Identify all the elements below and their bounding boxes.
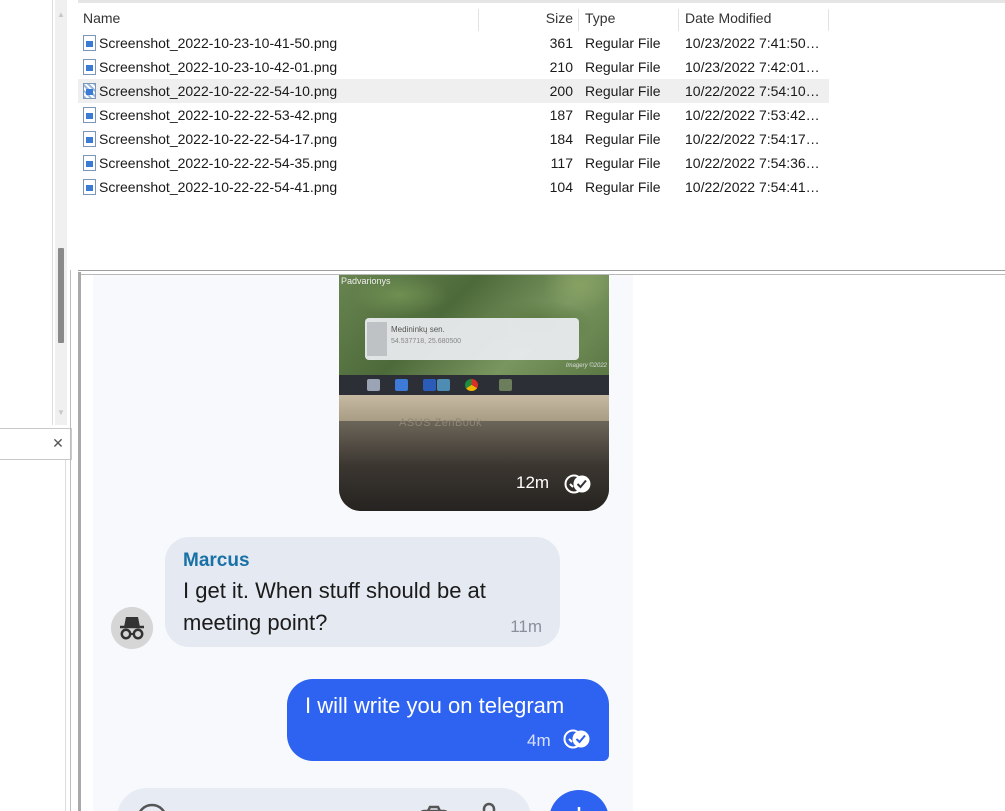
file-size: 187 — [549, 107, 573, 123]
double-check-icon — [564, 474, 591, 494]
left-lower-pane — [0, 460, 66, 811]
file-list-header: Name Size Type Date Modified — [78, 6, 1005, 32]
double-check-icon — [563, 729, 590, 749]
chat-preview: Padvarionys Medininkų sen. 54.537718, 25… — [93, 275, 633, 811]
file-type: Regular File — [585, 83, 661, 99]
scrollbar-thumb[interactable] — [58, 248, 64, 343]
map-label: Padvarionys — [341, 276, 391, 286]
file-date: 10/23/2022 7:42:01… — [685, 59, 820, 75]
mail-icon — [395, 379, 408, 391]
image-file-icon — [83, 155, 96, 171]
file-row-selected[interactable]: Screenshot_2022-10-22-22-54-10.png 200 R… — [78, 79, 829, 103]
file-name: Screenshot_2022-10-22-22-54-17.png — [99, 131, 338, 147]
file-date: 10/22/2022 7:53:42… — [685, 107, 820, 123]
close-icon[interactable]: ✕ — [51, 436, 65, 450]
file-type: Regular File — [585, 35, 661, 51]
file-size: 210 — [549, 59, 573, 75]
scroll-up-icon[interactable]: ▲ — [56, 10, 66, 20]
emoji-icon[interactable] — [135, 802, 169, 811]
image-file-icon — [83, 35, 96, 51]
chrome-icon — [465, 379, 478, 391]
left-panel-border — [52, 0, 53, 425]
file-date: 10/22/2022 7:54:41… — [685, 179, 820, 195]
file-size: 117 — [550, 155, 573, 171]
file-row[interactable]: Screenshot_2022-10-22-22-54-41.png 104 R… — [78, 175, 829, 199]
image-file-icon — [83, 59, 96, 75]
file-row[interactable]: Screenshot_2022-10-22-22-53-42.png 187 R… — [78, 103, 829, 127]
column-separator[interactable] — [578, 9, 579, 31]
file-type: Regular File — [585, 155, 661, 171]
file-size: 200 — [549, 83, 573, 99]
file-name: Screenshot_2022-10-22-22-54-35.png — [99, 155, 338, 171]
camera-icon[interactable] — [417, 802, 451, 811]
column-header-name[interactable]: Name — [78, 6, 478, 32]
incognito-icon — [111, 607, 153, 649]
column-separator[interactable] — [828, 9, 829, 31]
file-name: Screenshot_2022-10-22-22-53-42.png — [99, 107, 338, 123]
column-header-size[interactable]: Size — [518, 6, 578, 32]
taskbar-app-icon — [499, 379, 512, 391]
vertical-scrollbar[interactable]: ▲ ▼ — [55, 0, 67, 425]
file-name: Screenshot_2022-10-22-22-54-10.png — [99, 83, 338, 99]
file-date: 10/22/2022 7:54:10… — [685, 83, 820, 99]
store-icon — [423, 379, 436, 391]
image-file-icon — [83, 179, 96, 195]
column-header-type[interactable]: Type — [580, 6, 678, 32]
laptop-brand: ASUS ZenBook — [399, 417, 483, 429]
sender-name[interactable]: Marcus — [183, 550, 250, 572]
microphone-icon[interactable] — [477, 802, 501, 811]
column-header-date[interactable]: Date Modified — [680, 6, 828, 32]
file-size: 361 — [549, 35, 573, 51]
outgoing-message[interactable]: I will write you on telegram 4m — [287, 679, 609, 761]
file-row[interactable]: Screenshot_2022-10-23-10-41-50.png 361 R… — [78, 31, 829, 55]
file-row[interactable]: Screenshot_2022-10-22-22-54-17.png 184 R… — [78, 127, 829, 151]
card-title: Medininkų sen. — [391, 325, 445, 334]
taskbar-app-icon — [437, 379, 450, 391]
file-type: Regular File — [585, 179, 661, 195]
imagery-credit: Imagery ©2022 — [565, 363, 607, 369]
left-panel: ▲ ▼ ✕ — [0, 0, 78, 811]
file-type: Regular File — [585, 107, 661, 123]
message-input[interactable] — [117, 788, 531, 811]
file-name: Screenshot_2022-10-23-10-41-50.png — [99, 35, 338, 51]
pane-border — [70, 270, 71, 811]
plus-icon — [577, 807, 581, 811]
incoming-message[interactable]: Marcus I get it. When stuff should be at… — [165, 537, 560, 647]
scroll-down-icon[interactable]: ▼ — [56, 408, 66, 418]
message-time: 11m — [510, 617, 542, 636]
image-file-icon — [83, 83, 96, 99]
file-row[interactable]: Screenshot_2022-10-23-10-42-01.png 210 R… — [78, 55, 829, 79]
file-date: 10/22/2022 7:54:36… — [685, 155, 820, 171]
card-coords: 54.537718, 25.680500 — [391, 338, 462, 345]
taskbar-app-icon — [367, 379, 380, 391]
photo-message[interactable]: Padvarionys Medininkų sen. 54.537718, 25… — [339, 275, 609, 511]
map-photo: Padvarionys Medininkų sen. 54.537718, 25… — [339, 275, 609, 375]
file-date: 10/22/2022 7:54:17… — [685, 131, 820, 147]
image-file-icon — [83, 131, 96, 147]
file-date: 10/23/2022 7:41:50… — [685, 35, 820, 51]
column-separator[interactable] — [478, 9, 479, 31]
message-text: I get it. When stuff should be at meetin… — [183, 578, 486, 635]
avatar[interactable] — [111, 607, 153, 649]
file-size: 104 — [549, 179, 573, 195]
message-text: I will write you on telegram — [305, 693, 565, 718]
photo-taskbar — [339, 375, 609, 395]
send-button[interactable] — [549, 790, 609, 811]
image-file-icon — [83, 107, 96, 123]
left-tab[interactable]: ✕ — [0, 428, 72, 460]
column-separator[interactable] — [678, 9, 679, 31]
file-name: Screenshot_2022-10-22-22-54-41.png — [99, 179, 338, 195]
file-row[interactable]: Screenshot_2022-10-22-22-54-35.png 117 R… — [78, 151, 829, 175]
card-thumbnail — [367, 322, 387, 356]
message-time: 12m — [516, 473, 550, 492]
map-info-card: Medininkų sen. 54.537718, 25.680500 — [365, 318, 579, 360]
file-type: Regular File — [585, 131, 661, 147]
file-name: Screenshot_2022-10-23-10-42-01.png — [99, 59, 338, 75]
preview-border — [78, 272, 81, 811]
message-time: 4m — [527, 731, 551, 750]
laptop-keyboard — [339, 421, 609, 511]
file-size: 184 — [549, 131, 573, 147]
file-type: Regular File — [585, 59, 661, 75]
file-list: Name Size Type Date Modified Screenshot_… — [78, 0, 1005, 272]
